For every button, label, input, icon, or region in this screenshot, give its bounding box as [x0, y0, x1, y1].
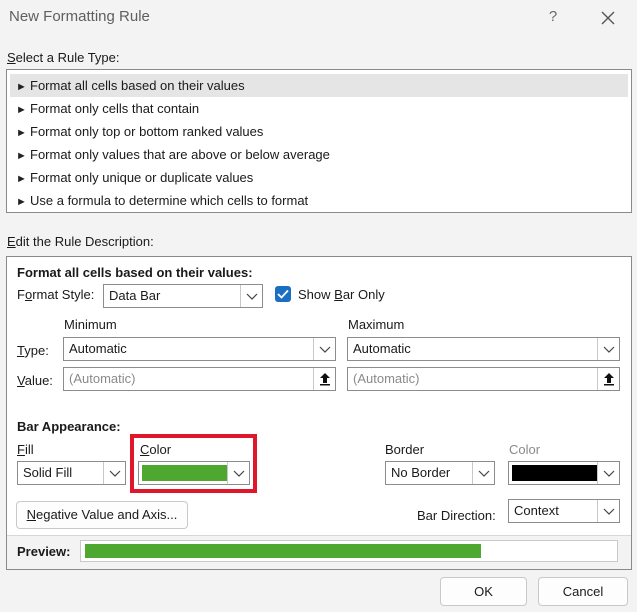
- border-type-select[interactable]: No Border: [385, 461, 495, 485]
- bar-direction-dropdown[interactable]: [597, 500, 619, 522]
- border-color-swatch: [512, 465, 597, 481]
- maximum-type-select[interactable]: Automatic: [347, 337, 620, 361]
- upload-arrow-icon: [604, 373, 614, 386]
- arrow-right-icon: ►: [16, 81, 27, 93]
- upload-arrow-icon: [320, 373, 330, 386]
- chevron-down-icon: [246, 293, 258, 300]
- arrow-right-icon: ►: [16, 150, 27, 162]
- checkmark-icon: [277, 289, 289, 299]
- minimum-value-picker[interactable]: [313, 368, 335, 390]
- rule-description-panel: Format all cells based on their values: …: [6, 256, 632, 570]
- ok-button[interactable]: OK: [440, 577, 527, 606]
- arrow-right-icon: ►: [16, 196, 27, 208]
- format-style-select[interactable]: Data Bar: [103, 284, 263, 308]
- minimum-label: Minimum: [64, 317, 117, 332]
- preview-bar: [85, 544, 481, 558]
- fill-color-swatch: [142, 465, 227, 481]
- border-color-dropdown[interactable]: [597, 462, 619, 484]
- format-style-dropdown[interactable]: [240, 285, 262, 307]
- minimum-value-input[interactable]: (Automatic): [63, 367, 336, 391]
- fill-type-dropdown[interactable]: [103, 462, 125, 484]
- show-bar-only-checkbox[interactable]: [275, 286, 291, 302]
- fill-color-label: Color: [140, 442, 172, 457]
- fill-color-dropdown[interactable]: [227, 462, 249, 484]
- title-bar: New Formatting Rule ?: [0, 0, 637, 36]
- fill-color-picker[interactable]: [138, 461, 250, 485]
- maximum-label: Maximum: [348, 317, 405, 332]
- fill-label: Fill: [17, 442, 34, 457]
- help-button[interactable]: ?: [540, 4, 566, 30]
- chevron-down-icon: [233, 470, 245, 477]
- bar-appearance-heading: Bar Appearance:: [17, 419, 121, 434]
- preview-label: Preview:: [17, 544, 71, 559]
- rule-description-label: Edit the Rule Description:: [7, 234, 154, 249]
- rule-type-item[interactable]: ► Format only unique or duplicate values: [10, 166, 628, 189]
- show-bar-only-label: Show Bar Only: [298, 287, 385, 302]
- chevron-down-icon: [319, 346, 331, 353]
- arrow-right-icon: ►: [16, 127, 27, 139]
- close-icon: [601, 11, 615, 25]
- chevron-down-icon: [603, 508, 615, 515]
- format-style-label: Format Style:: [17, 287, 95, 302]
- minimum-type-dropdown[interactable]: [313, 338, 335, 360]
- rule-type-item[interactable]: ► Format only cells that contain: [10, 97, 628, 120]
- rule-type-item[interactable]: ► Format only top or bottom ranked values: [10, 120, 628, 143]
- bar-direction-select[interactable]: Context: [508, 499, 620, 523]
- close-button[interactable]: [594, 4, 622, 30]
- cancel-button[interactable]: Cancel: [538, 577, 628, 606]
- chevron-down-icon: [478, 470, 490, 477]
- maximum-value-picker[interactable]: [597, 368, 619, 390]
- arrow-right-icon: ►: [16, 173, 27, 185]
- negative-value-axis-button[interactable]: Negative Value and Axis...: [16, 501, 188, 529]
- preview-box: [80, 540, 618, 562]
- chevron-down-icon: [603, 470, 615, 477]
- rule-type-item[interactable]: ► Use a formula to determine which cells …: [10, 189, 628, 212]
- rule-type-item[interactable]: ► Format all cells based on their values: [10, 74, 628, 97]
- description-heading: Format all cells based on their values:: [17, 265, 253, 280]
- rule-type-item[interactable]: ► Format only values that are above or be…: [10, 143, 628, 166]
- chevron-down-icon: [109, 470, 121, 477]
- value-label: Value:: [17, 373, 53, 388]
- arrow-right-icon: ►: [16, 104, 27, 116]
- border-color-label: Color: [509, 442, 541, 457]
- chevron-down-icon: [603, 346, 615, 353]
- bar-direction-label: Bar Direction:: [417, 508, 496, 523]
- border-color-picker[interactable]: [508, 461, 620, 485]
- border-label: Border: [385, 442, 425, 457]
- minimum-type-select[interactable]: Automatic: [63, 337, 336, 361]
- rule-type-label: Select a Rule Type:: [7, 50, 120, 65]
- maximum-type-dropdown[interactable]: [597, 338, 619, 360]
- maximum-value-input[interactable]: (Automatic): [347, 367, 620, 391]
- border-type-dropdown[interactable]: [472, 462, 494, 484]
- type-label: Type:: [17, 343, 49, 358]
- fill-type-select[interactable]: Solid Fill: [17, 461, 126, 485]
- rule-type-list[interactable]: ► Format all cells based on their values …: [6, 69, 632, 213]
- window-title: New Formatting Rule: [9, 8, 150, 25]
